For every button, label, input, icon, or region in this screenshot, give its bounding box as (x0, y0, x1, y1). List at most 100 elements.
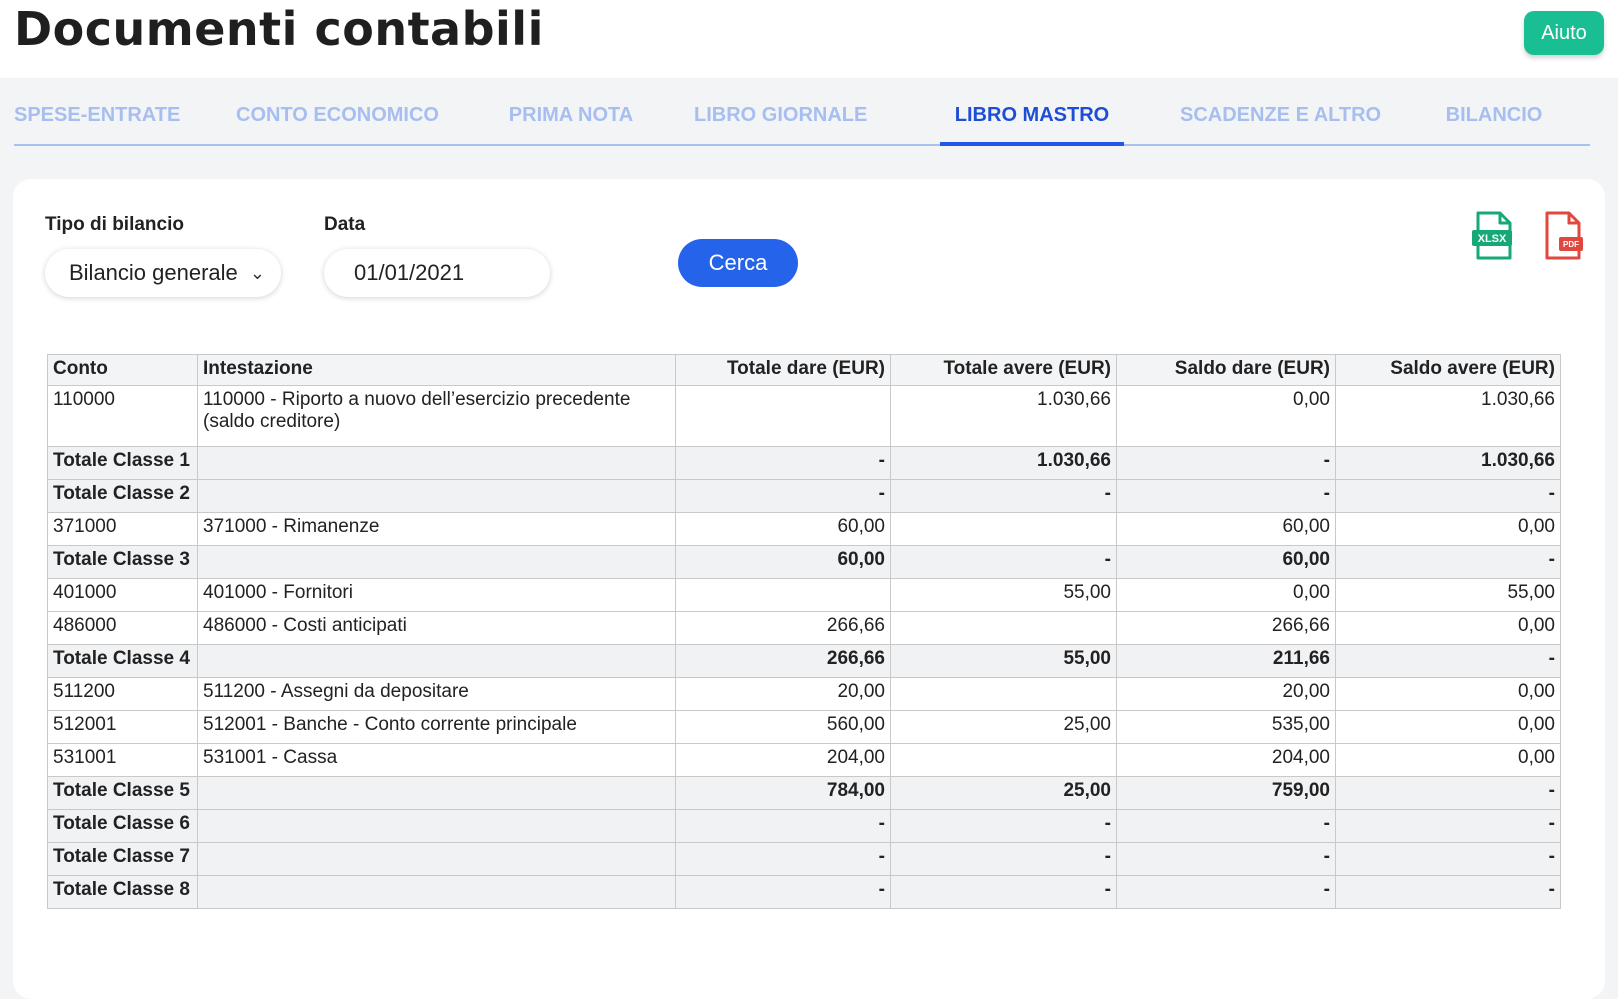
table-row: 512001 512001 - Banche - Conto corrente p… (47, 710, 1561, 744)
search-button[interactable]: Cerca (678, 239, 798, 287)
intestazione-cell: 486000 - Costi anticipati (197, 611, 676, 645)
saldo-dare-cell: - (1116, 875, 1336, 909)
saldo-avere-cell: 0,00 (1335, 743, 1561, 777)
table-row: 401000 401000 - Fornitori 55,00 0,00 55,00 (47, 578, 1561, 612)
totale-dare-cell: 784,00 (675, 776, 891, 810)
totale-dare-cell: 204,00 (675, 743, 891, 777)
totale-dare-cell: 266,66 (675, 611, 891, 645)
saldo-avere-cell: 0,00 (1335, 710, 1561, 744)
data-input[interactable]: 01/01/2021 (324, 249, 550, 297)
totale-avere-cell: 55,00 (890, 644, 1117, 678)
conto-cell: Totale Classe 2 (47, 479, 198, 513)
saldo-dare-cell: - (1116, 809, 1336, 843)
xlsx-export-icon[interactable]: XLSX (1472, 211, 1516, 261)
saldo-dare-cell: 204,00 (1116, 743, 1336, 777)
totale-avere-cell: 1.030,66 (890, 446, 1117, 480)
total-row: Totale Classe 6---- (47, 809, 1561, 843)
saldo-avere-cell: 0,00 (1335, 611, 1561, 645)
totale-avere-cell: 1.030,66 (890, 385, 1117, 447)
total-row: Totale Classe 8---- (47, 875, 1561, 909)
conto-cell: Totale Classe 8 (47, 875, 198, 909)
tipo-bilancio-label: Tipo di bilancio (45, 214, 184, 235)
tab-conto-economico[interactable]: CONTO ECONOMICO (236, 104, 439, 142)
svg-text:XLSX: XLSX (1478, 233, 1507, 245)
saldo-dare-cell: 759,00 (1116, 776, 1336, 810)
totale-dare-cell (675, 385, 891, 447)
col-header-intestazione: Intestazione (197, 354, 676, 386)
conto-cell: 511200 (47, 677, 198, 711)
tipo-bilancio-value: Bilancio generale (69, 260, 238, 285)
table-header-row: Conto Intestazione Totale dare (EUR) Tot… (47, 354, 1561, 386)
totale-dare-cell: 60,00 (675, 545, 891, 579)
total-row: Totale Classe 3 60,00-60,00- (47, 545, 1561, 579)
conto-cell: Totale Classe 6 (47, 809, 198, 843)
conto-cell: Totale Classe 4 (47, 644, 198, 678)
intestazione-cell: 401000 - Fornitori (197, 578, 676, 612)
table-row: 371000 371000 - Rimanenze 60,00 60,00 0,00 (47, 512, 1561, 546)
conto-cell: 371000 (47, 512, 198, 546)
conto-cell: 531001 (47, 743, 198, 777)
intestazione-cell: 531001 - Cassa (197, 743, 676, 777)
intestazione-cell: 511200 - Assegni da depositare (197, 677, 676, 711)
col-header-totale-dare: Totale dare (EUR) (675, 354, 891, 386)
totale-avere-cell: - (890, 875, 1117, 909)
tab-libro-giornale[interactable]: LIBRO GIORNALE (694, 104, 867, 142)
col-header-totale-avere: Totale avere (EUR) (890, 354, 1117, 386)
help-button[interactable]: Aiuto (1524, 11, 1604, 55)
data-label: Data (324, 214, 366, 235)
totale-dare-cell (675, 578, 891, 612)
totale-dare-cell: - (675, 479, 891, 513)
totale-dare-cell: - (675, 842, 891, 876)
totale-dare-cell: 20,00 (675, 677, 891, 711)
tab-bilancio[interactable]: BILANCIO (1444, 104, 1544, 142)
tab-prima-nota[interactable]: PRIMA NOTA (506, 104, 636, 142)
table-row: 531001 531001 - Cassa 204,00 204,00 0,00 (47, 743, 1561, 777)
ledger-table-body: 110000 110000 - Riporto a nuovo dell’eser… (47, 385, 1561, 909)
intestazione-cell (197, 809, 676, 843)
col-header-conto: Conto (47, 354, 198, 386)
conto-cell: Totale Classe 5 (47, 776, 198, 810)
saldo-dare-cell: 60,00 (1116, 545, 1336, 579)
totale-dare-cell: 60,00 (675, 512, 891, 546)
pdf-export-icon[interactable]: PDF (1543, 211, 1587, 261)
totale-dare-cell: - (675, 446, 891, 480)
data-value: 01/01/2021 (354, 260, 465, 285)
saldo-dare-cell: - (1116, 479, 1336, 513)
totale-dare-cell: - (675, 875, 891, 909)
tipo-bilancio-select[interactable]: Bilancio generale ⌄ (45, 249, 281, 297)
intestazione-cell (197, 479, 676, 513)
total-row: Totale Classe 7---- (47, 842, 1561, 876)
saldo-dare-cell: - (1116, 446, 1336, 480)
saldo-avere-cell: 0,00 (1335, 677, 1561, 711)
totale-avere-cell: 25,00 (890, 776, 1117, 810)
saldo-dare-cell: - (1116, 842, 1336, 876)
intestazione-cell (197, 776, 676, 810)
tab-bar: SPESE-ENTRATE CONTO ECONOMICO PRIMA NOTA… (14, 96, 1590, 146)
totale-avere-cell (890, 743, 1117, 777)
saldo-avere-cell: 1.030,66 (1335, 446, 1561, 480)
conto-cell: 401000 (47, 578, 198, 612)
totale-avere-cell (890, 677, 1117, 711)
col-header-saldo-dare: Saldo dare (EUR) (1116, 354, 1336, 386)
content-card: Tipo di bilancio Bilancio generale ⌄ Dat… (13, 179, 1605, 999)
intestazione-cell: 512001 - Banche - Conto corrente princip… (197, 710, 676, 744)
saldo-avere-cell: - (1335, 809, 1561, 843)
intestazione-cell: 110000 - Riporto a nuovo dell’esercizio … (197, 385, 676, 447)
totale-avere-cell: - (890, 545, 1117, 579)
totale-dare-cell: 560,00 (675, 710, 891, 744)
tab-scadenze-e-altro[interactable]: SCADENZE E ALTRO (1180, 104, 1381, 142)
top-bar: Documenti contabili Aiuto (0, 0, 1618, 78)
saldo-avere-cell: - (1335, 644, 1561, 678)
saldo-dare-cell: 0,00 (1116, 385, 1336, 447)
intestazione-cell (197, 545, 676, 579)
totale-avere-cell: - (890, 809, 1117, 843)
tab-libro-mastro[interactable]: LIBRO MASTRO (940, 104, 1124, 146)
saldo-avere-cell: 55,00 (1335, 578, 1561, 612)
svg-text:PDF: PDF (1563, 240, 1579, 249)
total-row: Totale Classe 4 266,66 55,00 211,66- (47, 644, 1561, 678)
total-row: Totale Classe 5 784,00 25,00 759,00- (47, 776, 1561, 810)
conto-cell: Totale Classe 7 (47, 842, 198, 876)
totale-avere-cell: - (890, 842, 1117, 876)
tab-spese-entrate[interactable]: SPESE-ENTRATE (14, 104, 180, 142)
saldo-avere-cell: - (1335, 545, 1561, 579)
